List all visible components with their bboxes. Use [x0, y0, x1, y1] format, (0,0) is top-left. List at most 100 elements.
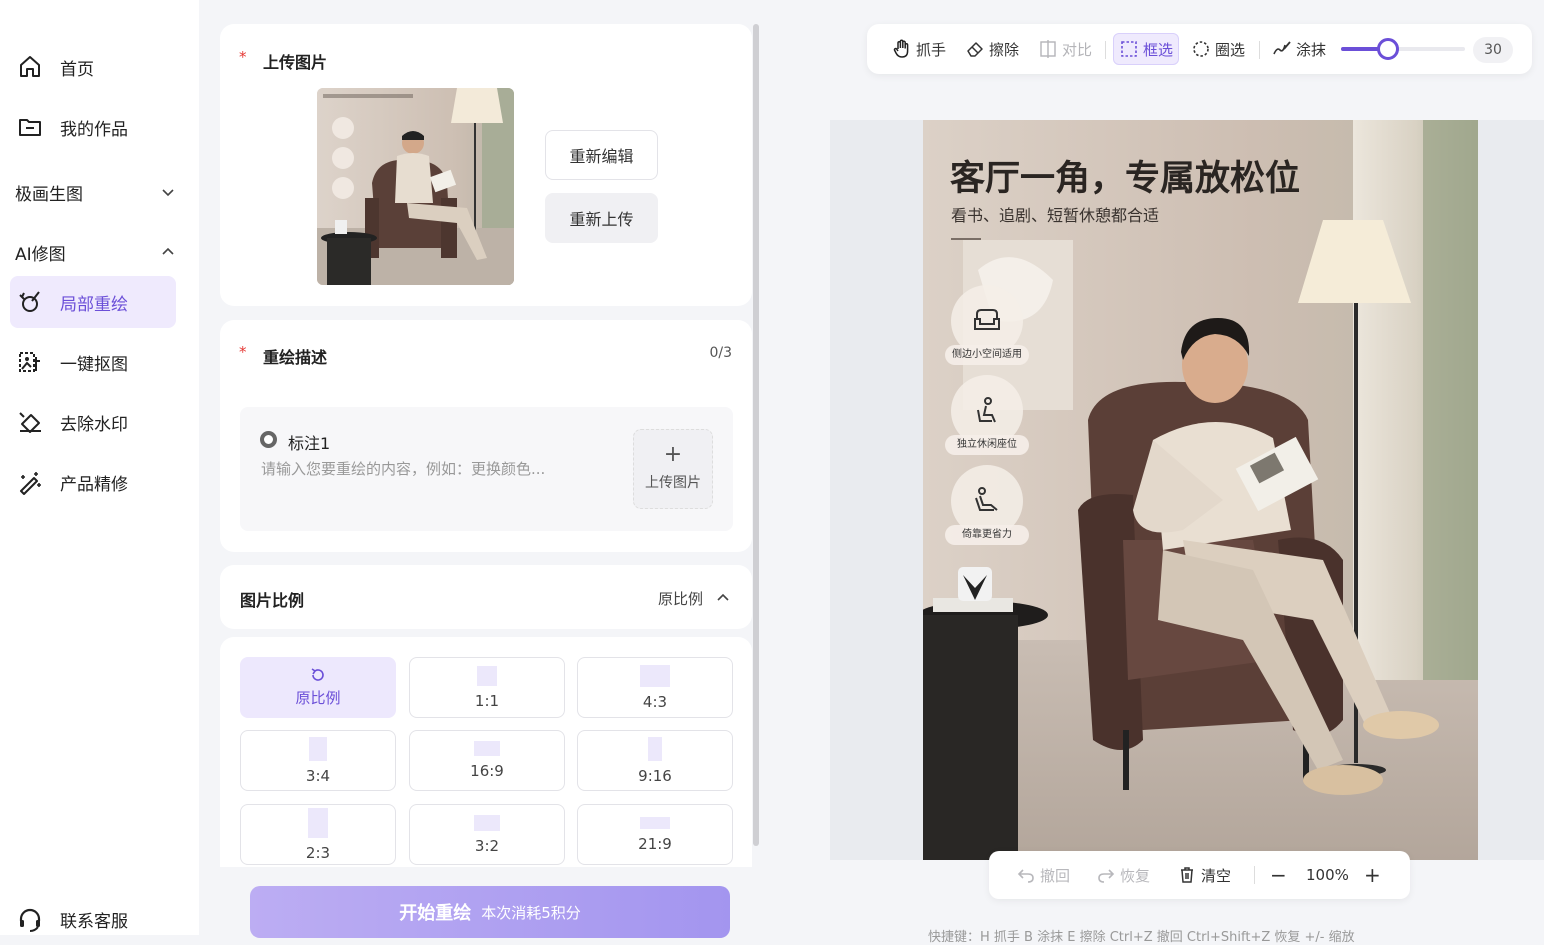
- eraser-icon: [967, 42, 983, 57]
- uploaded-thumbnail[interactable]: [317, 88, 514, 285]
- eraser-icon: [19, 412, 41, 433]
- ratio-9-16[interactable]: 9:16: [577, 730, 733, 791]
- tool-box-select[interactable]: 框选: [1113, 33, 1180, 65]
- ratio-label: 9:16: [638, 766, 672, 785]
- contact-support-label: 联系客服: [60, 911, 128, 932]
- ratio-header[interactable]: 图片比例 原比例: [220, 565, 752, 629]
- cutout-image-icon: [19, 352, 40, 372]
- ratio-shape: [640, 664, 670, 687]
- zoom-out-button[interactable]: −: [1270, 851, 1287, 899]
- ratio-label: 1:1: [474, 691, 500, 710]
- feature-badge: 倚靠更省力: [945, 465, 1029, 545]
- tool-label: 圈选: [1215, 40, 1246, 59]
- nav-cutout[interactable]: 一键抠图: [10, 336, 176, 388]
- brush-size-handle[interactable]: [1377, 38, 1400, 60]
- group-jihua-toggle[interactable]: 极画生图: [15, 177, 175, 207]
- nav-my-works-label: 我的作品: [60, 119, 128, 140]
- chevron-down-icon: [162, 189, 174, 197]
- undo-icon: [1017, 869, 1034, 883]
- annotation-label: 标注1: [288, 434, 331, 453]
- ratio-label: 3:2: [474, 836, 500, 855]
- image-divider: [951, 238, 981, 240]
- annotation-upload-image[interactable]: + 上传图片: [633, 429, 713, 509]
- start-label: 开始重绘: [399, 903, 472, 924]
- required-mark: *: [239, 343, 247, 361]
- annotation-box: 标注1 请输入您要重绘的内容，例如：更换颜色... + 上传图片: [240, 407, 733, 531]
- redo-button[interactable]: 恢复: [1097, 851, 1150, 899]
- upload-image-label: 上传图片: [645, 475, 701, 491]
- nav-my-works[interactable]: 我的作品: [10, 101, 176, 153]
- ratio-4-3[interactable]: 4:3: [577, 657, 733, 718]
- tool-label: 涂抹: [1296, 40, 1327, 59]
- undo-button[interactable]: 撤回: [1017, 851, 1070, 899]
- home-icon: [20, 56, 40, 77]
- nav-remove-watermark-label: 去除水印: [60, 414, 128, 435]
- brush-size-slider[interactable]: [1341, 38, 1465, 60]
- image-headline: 客厅一角，专属放松位: [950, 159, 1301, 199]
- ratio-16-9[interactable]: 16:9: [409, 730, 565, 791]
- contact-support[interactable]: 联系客服: [10, 893, 176, 945]
- folder-icon: [19, 119, 41, 136]
- tool-label: 框选: [1143, 40, 1174, 59]
- ratio-shape: [309, 736, 327, 761]
- tool-hand[interactable]: 抓手: [887, 33, 951, 65]
- ratio-3-4[interactable]: 3:4: [240, 730, 396, 791]
- nav-local-redraw[interactable]: 局部重绘: [10, 276, 176, 328]
- ratio-label: 21:9: [638, 834, 672, 853]
- ratio-shape: [474, 814, 500, 831]
- nav-home[interactable]: 首页: [10, 41, 176, 93]
- nav-product-retouch[interactable]: 产品精修: [10, 456, 176, 508]
- feature-badge: 独立休闲座位: [945, 375, 1029, 455]
- ratio-title: 图片比例: [240, 591, 305, 610]
- ratio-label: 2:3: [305, 843, 331, 862]
- redo-label: 恢复: [1120, 866, 1151, 885]
- group-ai-toggle[interactable]: AI修图: [15, 237, 175, 267]
- edit-image[interactable]: 客厅一角，专属放松位 看书、追剧、短暂休憩都合适 侧边小空间适用 独立休闲座位 …: [923, 120, 1478, 860]
- ratio-shape: [648, 736, 662, 761]
- tool-lasso-select[interactable]: 圈选: [1186, 33, 1250, 65]
- sidebar: 首页 我的作品 极画生图 AI修图 局部重绘 一键抠图 去除水印 产品精修 联系…: [0, 0, 199, 935]
- zoom-in-button[interactable]: +: [1364, 851, 1381, 899]
- group-jihua-label: 极画生图: [15, 184, 83, 205]
- bottombar-divider: [1254, 866, 1255, 884]
- trash-icon: [1181, 867, 1193, 883]
- tool-erase[interactable]: 擦除: [960, 33, 1024, 65]
- circle-select-icon: [1193, 41, 1209, 57]
- ratio-current: 原比例: [658, 590, 704, 608]
- brush-size-value[interactable]: 30: [1473, 37, 1513, 63]
- canvas-toolbar: 抓手 擦除 对比 框选 圈选 涂抹 30: [867, 24, 1532, 74]
- tool-smear[interactable]: 涂抹: [1267, 33, 1331, 65]
- annotation-radio[interactable]: [260, 431, 277, 448]
- magic-pen-icon: [20, 472, 41, 495]
- smear-brush-icon: [1273, 41, 1291, 55]
- box-select-icon: [1121, 41, 1137, 57]
- ratio-label: 原比例: [295, 689, 341, 707]
- nav-local-redraw-label: 局部重绘: [60, 294, 128, 315]
- clear-button[interactable]: 清空: [1178, 851, 1231, 899]
- start-redraw-button[interactable]: 开始重绘 本次消耗5积分: [250, 886, 730, 938]
- describe-input[interactable]: 请输入您要重绘的内容，例如：更换颜色...: [261, 458, 601, 479]
- panel-scrollbar[interactable]: [753, 24, 759, 846]
- ratio-original[interactable]: 原比例: [240, 657, 396, 718]
- tool-label: 对比: [1062, 40, 1093, 59]
- badge-label: 倚靠更省力: [945, 525, 1029, 545]
- plus-icon: +: [663, 442, 683, 467]
- ratio-21-9[interactable]: 21:9: [577, 804, 733, 865]
- nav-product-retouch-label: 产品精修: [60, 474, 128, 495]
- badge-label: 独立休闲座位: [945, 435, 1029, 455]
- reedit-button[interactable]: 重新编辑: [545, 130, 658, 180]
- ratio-label: 16:9: [470, 762, 504, 780]
- required-mark: *: [239, 48, 247, 66]
- tool-label: 擦除: [989, 40, 1020, 59]
- ratio-1-1[interactable]: 1:1: [409, 657, 565, 718]
- ratio-3-2[interactable]: 3:2: [409, 804, 565, 865]
- ratio-shape: [640, 816, 670, 829]
- chevron-up-icon: [717, 593, 729, 601]
- ratio-2-3[interactable]: 2:3: [240, 804, 396, 865]
- ratio-grid: 原比例 1:1 4:3 3:4 16:9 9:16 2:3 3:2 21:9: [220, 637, 752, 867]
- describe-count: 0/3: [709, 345, 732, 361]
- tool-compare[interactable]: 对比: [1033, 33, 1097, 65]
- toolbar-divider: [1259, 41, 1260, 59]
- nav-remove-watermark[interactable]: 去除水印: [10, 396, 176, 448]
- reupload-button[interactable]: 重新上传: [545, 193, 658, 243]
